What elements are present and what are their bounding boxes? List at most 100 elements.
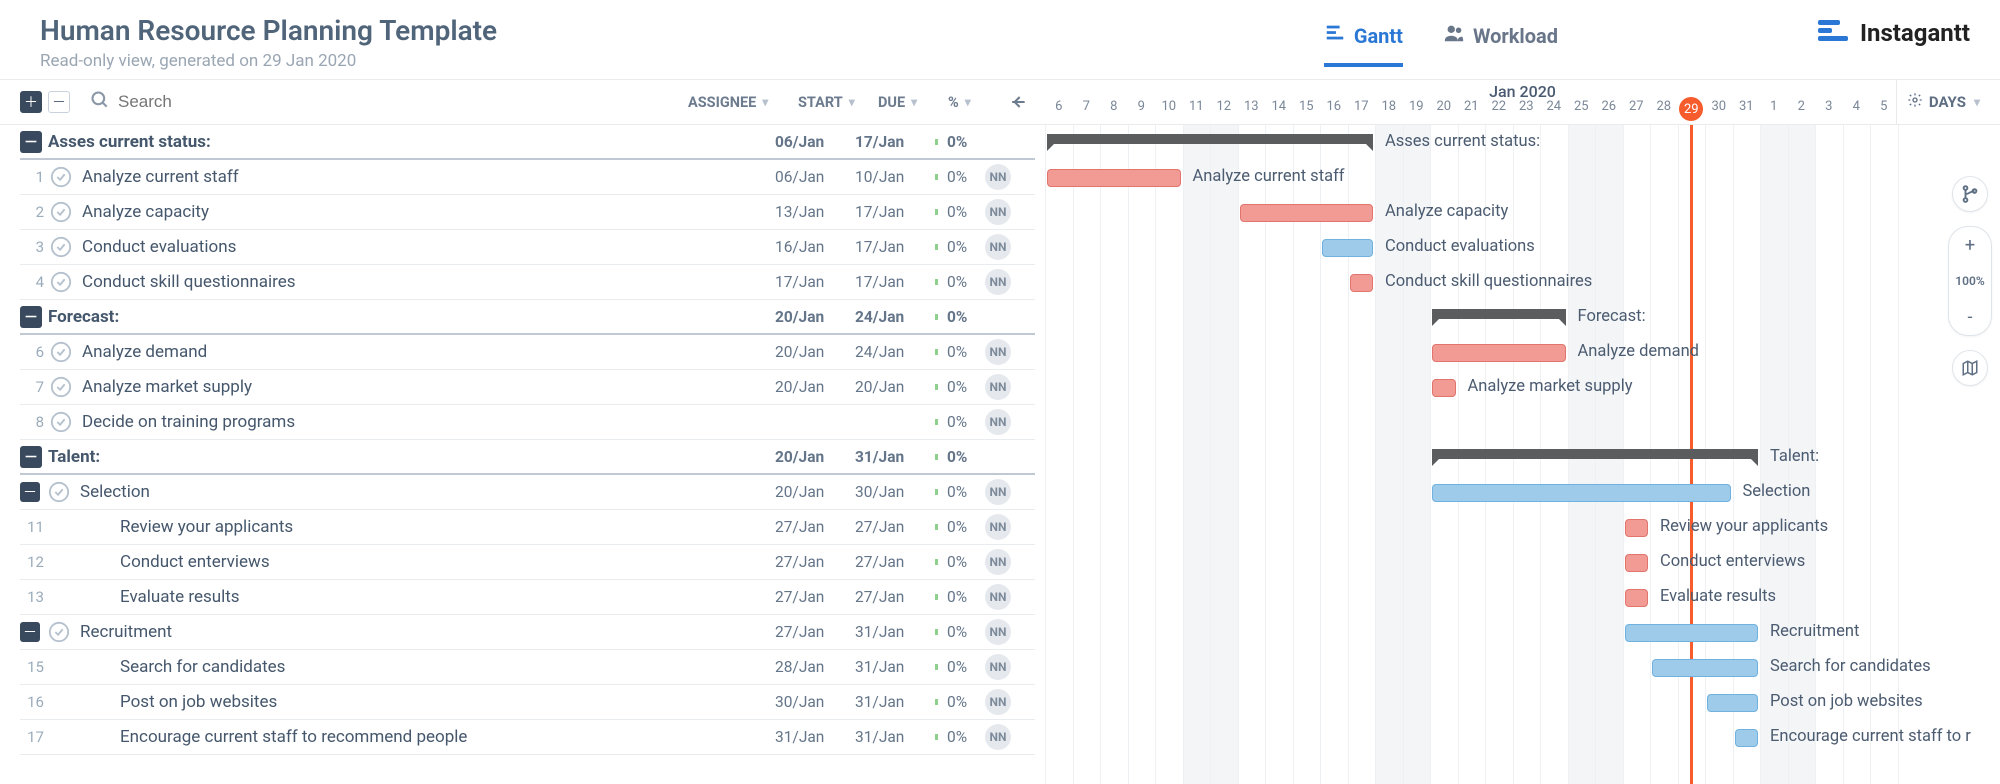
gantt-bar[interactable] bbox=[1625, 519, 1649, 537]
check-icon[interactable] bbox=[78, 726, 110, 748]
avatar[interactable]: NN bbox=[985, 234, 1011, 260]
task-row[interactable]: 12Conduct enterviews27/Jan27/Jan0%NN bbox=[20, 545, 1035, 580]
zoom-in-button[interactable]: + bbox=[1949, 227, 1991, 263]
gantt-bar[interactable] bbox=[1735, 729, 1759, 747]
zoom-out-button[interactable]: - bbox=[1949, 299, 1991, 335]
due-date: 30/Jan bbox=[855, 483, 935, 501]
gantt-bar[interactable] bbox=[1432, 344, 1566, 362]
task-row[interactable]: 15Search for candidates28/Jan31/Jan0%NN bbox=[20, 650, 1035, 685]
check-icon[interactable] bbox=[48, 621, 70, 643]
subgroup-row[interactable]: －Recruitment27/Jan31/Jan0%NN bbox=[20, 615, 1035, 650]
col-start[interactable]: START▾ bbox=[798, 94, 878, 111]
avatar[interactable]: NN bbox=[985, 619, 1011, 645]
gantt-row: Encourage current staff to r bbox=[1045, 720, 2000, 755]
search-input[interactable] bbox=[118, 92, 378, 112]
gantt-bar[interactable] bbox=[1432, 484, 1731, 502]
task-row[interactable]: 8Decide on training programs0%NN bbox=[20, 405, 1035, 440]
check-icon[interactable] bbox=[78, 656, 110, 678]
avatar[interactable]: NN bbox=[985, 654, 1011, 680]
gantt-bar[interactable] bbox=[1625, 554, 1649, 572]
gantt-bar[interactable] bbox=[1047, 134, 1373, 144]
gantt-bar[interactable] bbox=[1322, 239, 1373, 257]
collapse-icon[interactable]: － bbox=[20, 482, 40, 502]
avatar[interactable]: NN bbox=[985, 374, 1011, 400]
collapse-all-button[interactable]: － bbox=[48, 91, 70, 113]
check-icon[interactable] bbox=[50, 271, 72, 293]
gantt-bar[interactable] bbox=[1432, 379, 1456, 397]
col-percent[interactable]: %▾ bbox=[948, 94, 988, 111]
gantt-bar-label: Analyze current staff bbox=[1193, 167, 1345, 186]
avatar[interactable]: NN bbox=[985, 479, 1011, 505]
group-row[interactable]: －Talent:20/Jan31/Jan0% bbox=[20, 440, 1035, 475]
avatar[interactable]: NN bbox=[985, 269, 1011, 295]
group-row[interactable]: －Forecast:20/Jan24/Jan0% bbox=[20, 300, 1035, 335]
check-icon[interactable] bbox=[50, 376, 72, 398]
check-icon[interactable] bbox=[50, 411, 72, 433]
col-due[interactable]: DUE▾ bbox=[878, 94, 948, 111]
gantt-bar[interactable] bbox=[1240, 204, 1374, 222]
gantt-bar[interactable] bbox=[1432, 449, 1758, 459]
brand[interactable]: Instagantt bbox=[1818, 18, 1970, 48]
group-row[interactable]: －Asses current status:06/Jan17/Jan0% bbox=[20, 125, 1035, 160]
gantt-bar-label: Conduct evaluations bbox=[1385, 237, 1535, 256]
gantt-bar[interactable] bbox=[1707, 694, 1758, 712]
panel-collapse-icon[interactable] bbox=[1008, 92, 1028, 117]
gantt-bar[interactable] bbox=[1047, 169, 1181, 187]
check-icon[interactable] bbox=[78, 586, 110, 608]
task-row[interactable]: 11Review your applicants27/Jan27/Jan0%NN bbox=[20, 510, 1035, 545]
col-assignee[interactable]: ASSIGNEE▾ bbox=[688, 94, 798, 111]
gantt-bar[interactable] bbox=[1432, 309, 1566, 319]
gantt-bar[interactable] bbox=[1350, 274, 1374, 292]
task-row[interactable]: 17Encourage current staff to recommend p… bbox=[20, 720, 1035, 755]
check-icon[interactable] bbox=[78, 691, 110, 713]
task-row[interactable]: 1Analyze current staff06/Jan10/Jan0%NN bbox=[20, 160, 1035, 195]
task-row[interactable]: 2Analyze capacity13/Jan17/Jan0%NN bbox=[20, 195, 1035, 230]
zoom-level: 100% bbox=[1949, 263, 1991, 299]
avatar[interactable]: NN bbox=[985, 514, 1011, 540]
check-icon[interactable] bbox=[50, 201, 72, 223]
gantt-bar[interactable] bbox=[1625, 589, 1649, 607]
tab-gantt-label: Gantt bbox=[1354, 24, 1403, 48]
header-left: Human Resource Planning Template Read-on… bbox=[40, 14, 1324, 71]
due-date: 24/Jan bbox=[855, 308, 935, 326]
check-icon[interactable] bbox=[50, 236, 72, 258]
tab-workload[interactable]: Workload bbox=[1443, 22, 1558, 67]
tab-gantt[interactable]: Gantt bbox=[1324, 22, 1403, 67]
avatar[interactable]: NN bbox=[985, 549, 1011, 575]
task-row[interactable]: 13Evaluate results27/Jan27/Jan0%NN bbox=[20, 580, 1035, 615]
collapse-icon[interactable]: － bbox=[20, 622, 40, 642]
avatar[interactable]: NN bbox=[985, 339, 1011, 365]
avatar[interactable]: NN bbox=[985, 724, 1011, 750]
check-icon[interactable] bbox=[78, 516, 110, 538]
assignee-cell: NN bbox=[985, 164, 1035, 190]
timescale-button[interactable]: DAYS ▾ bbox=[1896, 80, 1990, 124]
gantt-bar[interactable] bbox=[1625, 624, 1759, 642]
collapse-icon[interactable]: － bbox=[20, 131, 42, 153]
collapse-icon[interactable]: － bbox=[20, 306, 42, 328]
expand-all-button[interactable]: ＋ bbox=[20, 91, 42, 113]
task-row[interactable]: 16Post on job websites30/Jan31/Jan0%NN bbox=[20, 685, 1035, 720]
check-icon[interactable] bbox=[48, 481, 70, 503]
gantt-bar[interactable] bbox=[1652, 659, 1758, 677]
avatar[interactable]: NN bbox=[985, 409, 1011, 435]
check-icon[interactable] bbox=[78, 551, 110, 573]
row-number: 1 bbox=[20, 168, 50, 186]
percent-complete: 0% bbox=[935, 483, 985, 501]
minimap-button[interactable] bbox=[1952, 350, 1988, 386]
avatar[interactable]: NN bbox=[985, 689, 1011, 715]
check-icon[interactable] bbox=[50, 341, 72, 363]
task-row[interactable]: 4Conduct skill questionnaires17/Jan17/Ja… bbox=[20, 265, 1035, 300]
avatar[interactable]: NN bbox=[985, 584, 1011, 610]
branch-button[interactable] bbox=[1952, 176, 1988, 212]
start-date: 13/Jan bbox=[775, 203, 855, 221]
subgroup-row[interactable]: －Selection20/Jan30/Jan0%NN bbox=[20, 475, 1035, 510]
avatar[interactable]: NN bbox=[985, 199, 1011, 225]
row-number: 11 bbox=[20, 518, 50, 536]
group-name: Talent: bbox=[48, 447, 775, 467]
collapse-icon[interactable]: － bbox=[20, 446, 42, 468]
avatar[interactable]: NN bbox=[985, 164, 1011, 190]
task-row[interactable]: 6Analyze demand20/Jan24/Jan0%NN bbox=[20, 335, 1035, 370]
task-row[interactable]: 3Conduct evaluations16/Jan17/Jan0%NN bbox=[20, 230, 1035, 265]
task-row[interactable]: 7Analyze market supply20/Jan20/Jan0%NN bbox=[20, 370, 1035, 405]
check-icon[interactable] bbox=[50, 166, 72, 188]
